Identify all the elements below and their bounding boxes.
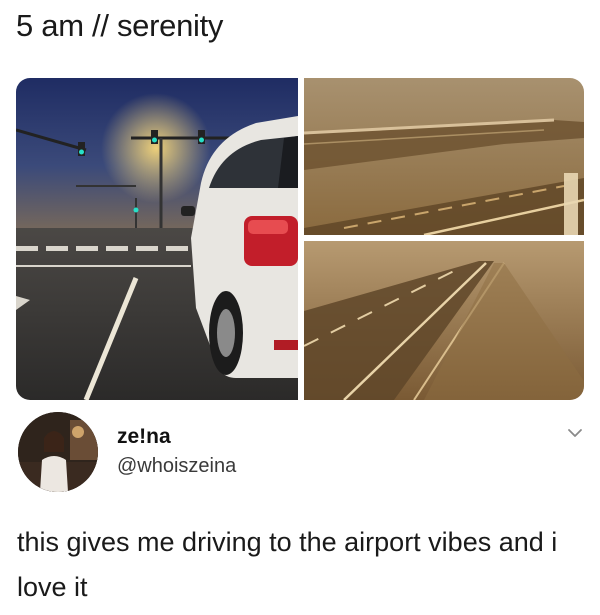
user-handle[interactable]: @whoiszeina: [117, 455, 236, 478]
post-caption: 5 am // serenity: [16, 8, 224, 43]
car-at-intersection-photo[interactable]: [16, 78, 298, 400]
foggy-bridge-photo[interactable]: [304, 78, 584, 235]
post-body: this gives me driving to the airport vib…: [17, 527, 558, 602]
avatar[interactable]: [18, 412, 98, 492]
foggy-highway-photo[interactable]: [304, 241, 584, 400]
photo-grid[interactable]: [16, 78, 584, 400]
display-name[interactable]: ze!na: [117, 425, 171, 449]
chevron-down-icon[interactable]: [565, 423, 585, 443]
